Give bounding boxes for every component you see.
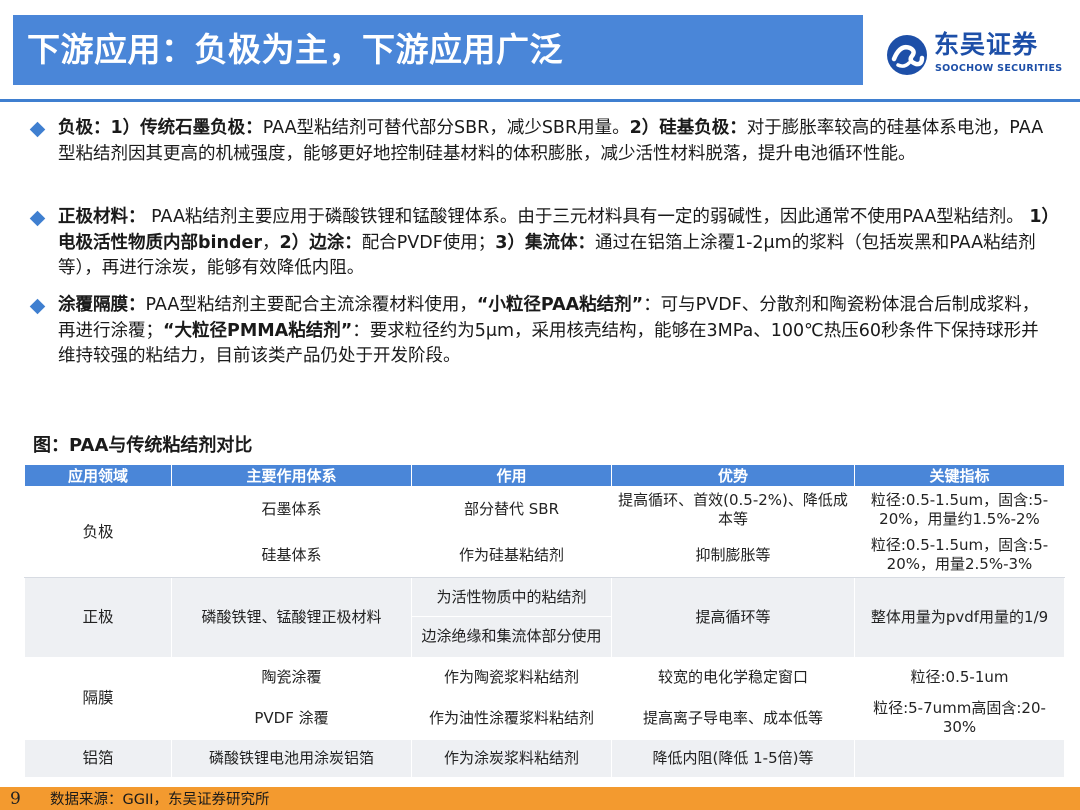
table-row: 铝箔 磷酸铁锂电池用涂炭铝箔 作为涂炭浆料粘结剂 降低内阻(降低 1-5倍)等 (24, 738, 1065, 779)
metric-cell: 粒径:0.5-1.5um，固含:5-20%，用量2.5%-3% (854, 532, 1065, 579)
bullet-bold-run: “大粒径PMMA粘结剂” (163, 320, 353, 341)
bullet-text-run: ， (262, 232, 280, 253)
category-cell: 正极 (24, 577, 172, 658)
column-header: 优势 (611, 464, 855, 487)
advantage-cell: 提高离子导电率、成本低等 (611, 696, 855, 740)
diamond-bullet-icon (29, 298, 46, 315)
column-header: 应用领域 (24, 464, 172, 487)
bullet-text-run: PAA型粘结剂主要配合主流涂覆材料使用， (145, 295, 477, 315)
table-row: 硅基体系 作为硅基粘结剂 抑制膨胀等 粒径:0.5-1.5um，固含:5-20%… (25, 532, 1065, 579)
category-cell: 隔膜 (24, 656, 172, 740)
diamond-bullet-icon (29, 121, 46, 138)
comparison-table: 应用领域 主要作用体系 作用 优势 关键指标 负极 石墨体系 部分替代 SBR … (24, 464, 1065, 779)
bullet-bold-run: 正极材料： (58, 207, 146, 227)
figure-caption: 图：PAA与传统粘结剂对比 (33, 435, 253, 456)
bullet-text: 负极：1）传统石墨负极：PAA型粘结剂可替代部分SBR，减少SBR用量。2）硅基… (58, 116, 1053, 167)
data-source: 数据来源：GGII，东吴证券研究所 (50, 792, 270, 808)
bullet-text: 涂覆隔膜：PAA型粘结剂主要配合主流涂覆材料使用，“小粒径PAA粘结剂”：可与P… (58, 293, 1053, 370)
table-row: PVDF 涂覆 作为油性涂覆浆料粘结剂 提高离子导电率、成本低等 粒径:5-7u… (25, 696, 1065, 740)
table-row: 负极 石墨体系 部分替代 SBR 提高循环、首效(0.5-2%)、降低成本等 粒… (24, 485, 1065, 579)
logo-chinese-name: 东吴证券 (934, 30, 1039, 59)
role-cell: 作为涂炭浆料粘结剂 (411, 738, 612, 779)
column-header: 关键指标 (854, 464, 1065, 487)
page-number: 9 (10, 789, 21, 809)
metric-cell: 粒径:0.5-1.5um，固含:5-20%，用量约1.5%-2% (854, 485, 1065, 534)
metric-cell: 粒径:5-7umm高固含:20-30% (854, 696, 1065, 740)
bullet-bold-run: 2）边涂： (279, 232, 362, 253)
metric-cell: 整体用量为pvdf用量的1/9 (854, 577, 1065, 658)
metric-cell (854, 738, 1065, 779)
page-title: 下游应用：负极为主，下游应用广泛 (27, 30, 563, 69)
company-logo: 东吴证券 SOOCHOW SECURITIES (886, 30, 1062, 80)
bullet-bold-run: 3）集流体： (495, 232, 595, 253)
bullet-text: 正极材料： PAA粘结剂主要应用于磷酸铁锂和锰酸锂体系。由于三元材料具有一定的弱… (58, 205, 1053, 282)
role-cell: 为活性物质中的粘结剂 (411, 577, 612, 618)
advantage-cell: 降低内阻(降低 1-5倍)等 (611, 738, 855, 779)
advantage-cell: 较宽的电化学稳定窗口 (611, 656, 855, 698)
bullet-bold-run: 2）硅基负极： (629, 118, 747, 138)
category-cell: 负极 (24, 485, 172, 579)
advantage-cell: 提高循环等 (611, 577, 855, 658)
role-cell: 作为硅基粘结剂 (411, 532, 612, 579)
metric-cell: 粒径:0.5-1um (854, 656, 1065, 698)
system-cell: PVDF 涂覆 (171, 696, 412, 740)
column-header: 作用 (411, 464, 612, 487)
table-row: 隔膜 陶瓷涂覆 作为陶瓷浆料粘结剂 较宽的电化学稳定窗口 粒径:0.5-1um (24, 656, 1065, 740)
advantage-cell: 抑制膨胀等 (611, 532, 855, 579)
header-divider (0, 99, 1080, 102)
role-cell: 边涂绝缘和集流体部分使用 (411, 616, 612, 658)
advantage-cell: 提高循环、首效(0.5-2%)、降低成本等 (611, 485, 855, 534)
bullet-text-run: PAA粘结剂主要应用于磷酸铁锂和锰酸锂体系。由于三元材料具有一定的弱碱性，因此通… (145, 207, 1030, 227)
diamond-bullet-icon (29, 210, 46, 227)
soochow-logo-icon (887, 35, 927, 75)
bullet-bold-run: “小粒径PAA粘结剂” (476, 295, 644, 315)
table-header-row: 应用领域 主要作用体系 作用 优势 关键指标 (24, 464, 1065, 487)
role-cell: 作为陶瓷浆料粘结剂 (411, 656, 612, 698)
system-cell: 磷酸铁锂、锰酸锂正极材料 (171, 577, 412, 658)
bullet-bold-run: 涂覆隔膜： (58, 295, 146, 315)
role-cell: 部分替代 SBR (411, 485, 612, 534)
logo-english-name: SOOCHOW SECURITIES (935, 63, 1063, 74)
bullet-bold-run: 负极：1）传统石墨负极： (58, 118, 263, 138)
system-cell: 硅基体系 (171, 532, 412, 579)
column-header: 主要作用体系 (171, 464, 412, 487)
bullet-text-run: PAA型粘结剂可替代部分SBR，减少SBR用量。 (262, 118, 630, 138)
role-cell: 作为油性涂覆浆料粘结剂 (411, 696, 612, 740)
bullet-text-run: 配合PVDF使用； (361, 232, 496, 253)
system-cell: 陶瓷涂覆 (171, 656, 412, 698)
system-cell: 磷酸铁锂电池用涂炭铝箔 (171, 738, 412, 779)
table-row: 正极 磷酸铁锂、锰酸锂正极材料 为活性物质中的粘结剂 提高循环等 整体用量为pv… (24, 577, 1065, 658)
category-cell: 铝箔 (24, 738, 172, 779)
system-cell: 石墨体系 (171, 485, 412, 534)
